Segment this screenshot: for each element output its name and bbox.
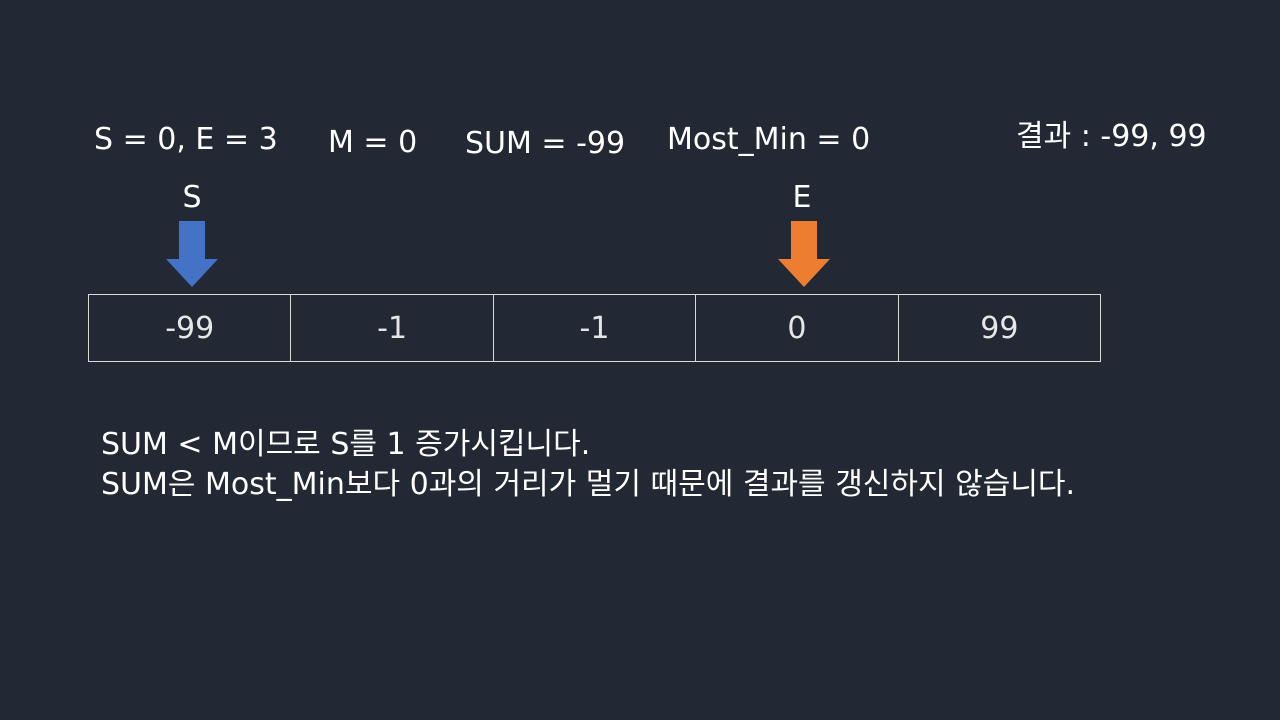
pointers-state: S = 0, E = 3 [94, 122, 278, 157]
array-cell: -99 [89, 295, 292, 361]
result-value: 결과 : -99, 99 [1016, 119, 1207, 154]
end-arrow-icon [778, 221, 830, 287]
explanation-text: SUM < M이므로 S를 1 증가시킵니다. SUM은 Most_Min보다 … [101, 425, 1141, 505]
explanation-line: SUM < M이므로 S를 1 증가시킵니다. [101, 427, 591, 462]
most-min-value: Most_Min = 0 [667, 122, 871, 157]
start-arrow-icon [166, 221, 218, 287]
array-row: -99 -1 -1 0 99 [88, 294, 1101, 362]
start-pointer-label: S [182, 180, 202, 215]
m-value: M = 0 [328, 125, 418, 160]
array-cell: 0 [696, 295, 899, 361]
sum-value: SUM = -99 [465, 126, 626, 161]
array-cell: -1 [291, 295, 494, 361]
explanation-line: SUM은 Most_Min보다 0과의 거리가 멀기 때문에 결과를 갱신하지 … [101, 467, 1076, 502]
end-pointer-label: E [792, 180, 812, 215]
array-cell: -1 [494, 295, 697, 361]
array-cell: 99 [980, 310, 1019, 346]
